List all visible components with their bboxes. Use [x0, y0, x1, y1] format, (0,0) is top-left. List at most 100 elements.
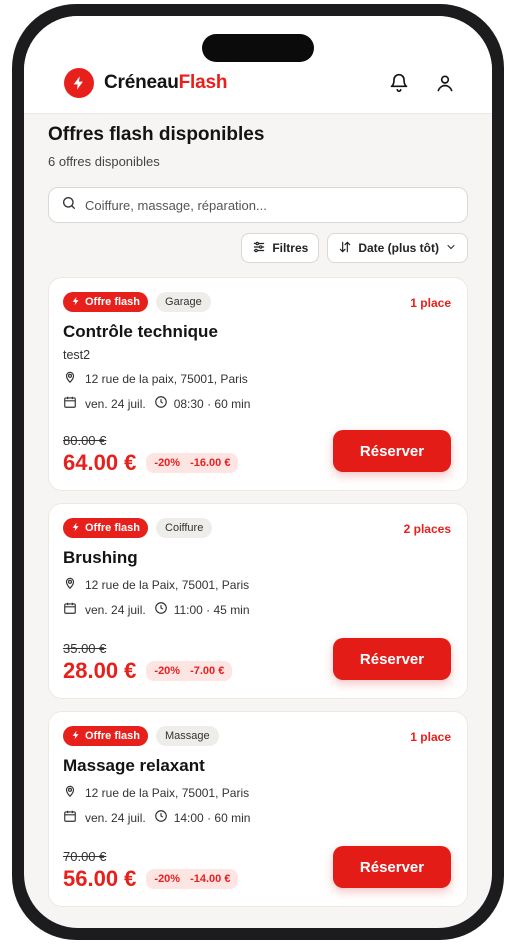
offer-card[interactable]: Offre flash Coiffure 2 places Brushing 1…: [48, 503, 468, 699]
price-block: 80.00 € 64.00 € -20% -16.00 €: [63, 433, 239, 476]
price-block: 35.00 € 28.00 € -20% -7.00 €: [63, 641, 233, 684]
offer-address-row: 12 rue de la paix, 75001, Paris: [63, 370, 453, 387]
dynamic-island: [202, 34, 314, 62]
search-bar[interactable]: [48, 187, 468, 223]
sort-icon: [338, 240, 352, 257]
calendar-icon: [63, 809, 77, 826]
page-title: Offres flash disponibles: [48, 124, 265, 145]
location-pin-icon: [63, 370, 77, 387]
calendar-icon: [63, 395, 77, 412]
search-icon: [61, 195, 77, 216]
flash-badge: Offre flash: [63, 518, 149, 538]
new-price-row: 64.00 € -20% -16.00 €: [63, 450, 239, 476]
offer-time: 08:30 · 60 min: [173, 396, 251, 411]
new-price: 56.00 €: [63, 866, 137, 891]
offer-card[interactable]: Offre flash Garage 1 place Contrôle tech…: [48, 277, 468, 491]
discount-percent: -20%: [154, 665, 181, 677]
offer-tags: Offre flash Garage: [63, 292, 453, 312]
lightning-icon: [71, 730, 81, 743]
discount-badge: -20% -14.00 €: [146, 869, 239, 889]
category-badge: Garage: [156, 292, 211, 312]
discount-amount: -7.00 €: [190, 665, 225, 677]
brand-prefix: Créneau: [104, 72, 179, 93]
old-price: 70.00 €: [63, 849, 107, 864]
offer-time-group: 08:30 · 60 min: [154, 395, 251, 412]
category-badge: Coiffure: [156, 518, 213, 538]
lightning-icon: [71, 296, 81, 309]
offer-card[interactable]: Offre flash Massage 1 place Massage rela…: [48, 711, 468, 907]
reserve-button[interactable]: Réserver: [333, 638, 451, 680]
old-price: 35.00 €: [63, 641, 107, 656]
flash-badge-label: Offre flash: [85, 522, 141, 534]
bell-icon[interactable]: [386, 70, 412, 96]
new-price-row: 28.00 € -20% -7.00 €: [63, 658, 233, 684]
offers-list: Offre flash Garage 1 place Contrôle tech…: [48, 277, 468, 907]
filters-button[interactable]: Filtres: [241, 233, 320, 263]
flash-badge: Offre flash: [63, 726, 149, 746]
brand-suffix: Flash: [178, 72, 228, 93]
brand-name: CréneauFlash: [104, 72, 227, 94]
sort-select[interactable]: Date (plus tôt): [327, 233, 468, 263]
sort-label: Date (plus tôt): [358, 241, 439, 255]
offer-time-group: 14:00 · 60 min: [154, 809, 251, 826]
offer-address-row: 12 rue de la Paix, 75001, Paris: [63, 784, 453, 801]
flash-logo-icon: [64, 68, 94, 98]
app-header: CréneauFlash: [24, 16, 492, 114]
main-content: Offres flash disponibles 6 offres dispon…: [48, 124, 468, 907]
discount-amount: -14.00 €: [190, 873, 231, 885]
offer-time: 14:00 · 60 min: [173, 810, 251, 825]
discount-percent: -20%: [154, 457, 181, 469]
reserve-button[interactable]: Réserver: [333, 846, 451, 888]
offer-address-row: 12 rue de la Paix, 75001, Paris: [63, 576, 453, 593]
user-icon[interactable]: [432, 70, 458, 96]
offer-title: Contrôle technique: [63, 322, 218, 341]
new-price: 28.00 €: [63, 658, 137, 683]
offer-time: 11:00 · 45 min: [173, 602, 250, 617]
discount-badge: -20% -16.00 €: [146, 453, 239, 473]
category-badge: Massage: [156, 726, 219, 746]
offer-date: ven. 24 juil.: [85, 396, 146, 411]
offers-count: 6 offres disponibles: [48, 154, 160, 169]
flash-badge: Offre flash: [63, 292, 149, 312]
discount-amount: -16.00 €: [190, 457, 231, 469]
calendar-icon: [63, 601, 77, 618]
offer-title: Brushing: [63, 548, 138, 567]
filters-label: Filtres: [272, 241, 309, 255]
chevron-down-icon: [445, 241, 457, 256]
places-left: 2 places: [403, 522, 451, 536]
offer-title: Massage relaxant: [63, 756, 205, 775]
app-screen: CréneauFlash Offres flash disponibles 6 …: [24, 16, 492, 928]
location-pin-icon: [63, 576, 77, 593]
clock-icon: [154, 601, 168, 618]
flash-badge-label: Offre flash: [85, 730, 141, 742]
offer-address: 12 rue de la Paix, 75001, Paris: [85, 785, 250, 800]
clock-icon: [154, 809, 168, 826]
new-price-row: 56.00 € -20% -14.00 €: [63, 866, 239, 892]
offer-schedule-row: ven. 24 juil. 08:30 · 60 min: [63, 395, 453, 412]
search-input[interactable]: [85, 197, 455, 213]
offer-date: ven. 24 juil.: [85, 602, 146, 617]
offer-address: 12 rue de la Paix, 75001, Paris: [85, 577, 250, 592]
reserve-button[interactable]: Réserver: [333, 430, 451, 472]
places-left: 1 place: [410, 730, 451, 744]
offer-address: 12 rue de la paix, 75001, Paris: [85, 371, 248, 386]
new-price: 64.00 €: [63, 450, 137, 475]
offer-tags: Offre flash Massage: [63, 726, 453, 746]
location-pin-icon: [63, 784, 77, 801]
list-controls: Filtres Date (plus tôt): [48, 233, 468, 263]
phone-frame: CréneauFlash Offres flash disponibles 6 …: [12, 4, 504, 940]
discount-percent: -20%: [154, 873, 181, 885]
offer-schedule-row: ven. 24 juil. 14:00 · 60 min: [63, 809, 453, 826]
lightning-icon: [71, 522, 81, 535]
header-actions: [386, 70, 458, 96]
offer-schedule-row: ven. 24 juil. 11:00 · 45 min: [63, 601, 453, 618]
offer-time-group: 11:00 · 45 min: [154, 601, 250, 618]
offer-date: ven. 24 juil.: [85, 810, 146, 825]
offer-description: test2: [63, 348, 91, 362]
places-left: 1 place: [410, 296, 451, 310]
brand[interactable]: CréneauFlash: [64, 68, 227, 98]
price-block: 70.00 € 56.00 € -20% -14.00 €: [63, 849, 239, 892]
clock-icon: [154, 395, 168, 412]
old-price: 80.00 €: [63, 433, 107, 448]
discount-badge: -20% -7.00 €: [146, 661, 233, 681]
